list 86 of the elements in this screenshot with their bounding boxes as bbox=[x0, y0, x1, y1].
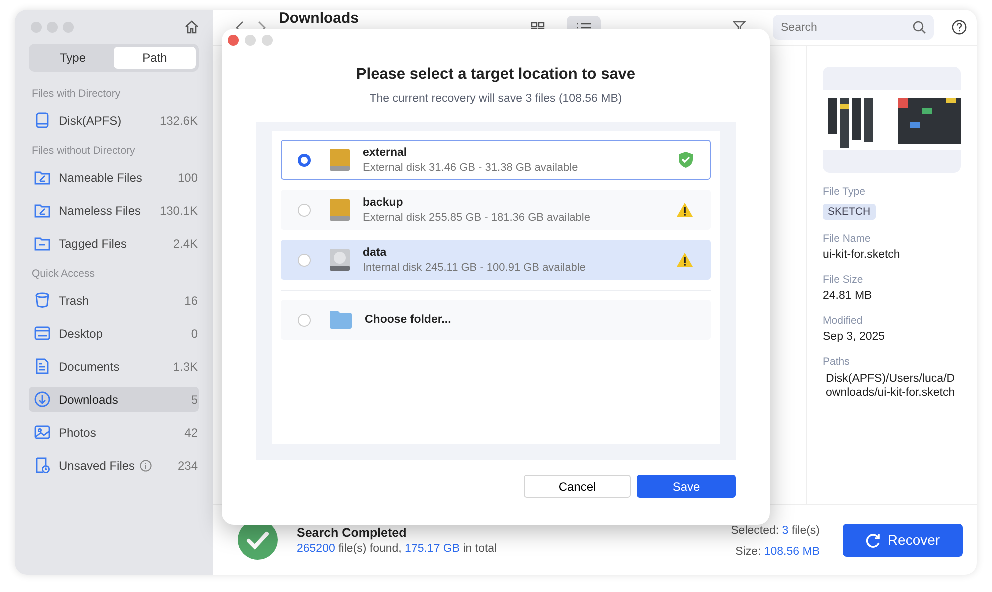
destination-detail: External disk 31.46 GB - 31.38 GB available bbox=[363, 162, 580, 174]
destination-name: data bbox=[363, 246, 388, 258]
destination-detail: External disk 255.85 GB - 181.36 GB available bbox=[363, 212, 592, 224]
destination-option[interactable]: external External disk 31.46 GB - 31.38 GB available bbox=[281, 140, 711, 180]
item-label: Nameable Files bbox=[59, 170, 142, 184]
radio-button[interactable] bbox=[298, 154, 311, 166]
item-label: Tagged Files bbox=[59, 236, 128, 250]
destination-option[interactable]: Choose folder... bbox=[281, 300, 711, 340]
section-title: Files with Directory bbox=[32, 88, 122, 100]
recover-button[interactable]: Recover bbox=[843, 524, 963, 556]
trash-icon bbox=[34, 292, 51, 309]
monitor-icon bbox=[34, 325, 51, 342]
home-icon[interactable] bbox=[185, 20, 199, 34]
summary-text: 265200 file(s) found, 175.17 GB in total bbox=[297, 542, 498, 554]
field-label: File Name bbox=[823, 233, 872, 245]
field-value: ui-kit-for.sketch bbox=[823, 249, 902, 261]
drive-icon bbox=[329, 198, 351, 222]
selected-size: Size: 108.56 MB bbox=[734, 546, 820, 558]
destination-name: external bbox=[363, 146, 408, 158]
destination-option[interactable]: data Internal disk 245.11 GB - 100.91 GB available bbox=[281, 240, 711, 280]
item-label: Photos bbox=[59, 426, 96, 440]
field-label: Modified bbox=[823, 315, 864, 327]
sidebar-item[interactable]: Disk(APFS) 132.6K bbox=[29, 108, 199, 133]
item-label: Documents bbox=[59, 360, 120, 374]
cancel-button[interactable]: Cancel bbox=[524, 475, 631, 498]
item-count: 2.4K bbox=[173, 236, 198, 250]
field-value: Sep 3, 2025 bbox=[823, 331, 886, 343]
sidebar-item[interactable]: Documents 1.3K bbox=[29, 354, 199, 379]
folder-icon bbox=[34, 202, 51, 219]
section-title: Files without Directory bbox=[32, 145, 136, 157]
folder-icon bbox=[329, 310, 353, 330]
drive-icon bbox=[329, 148, 351, 172]
field-label: Paths bbox=[823, 356, 851, 368]
info-icon[interactable] bbox=[140, 460, 152, 472]
destination-option[interactable]: backup External disk 255.85 GB - 181.36 GB available bbox=[281, 190, 711, 230]
sidebar-item[interactable]: Unsaved Files 234 bbox=[29, 453, 199, 478]
sidebar-item[interactable]: Tagged Files 2.4K bbox=[29, 231, 199, 256]
item-count: 1.3K bbox=[173, 360, 198, 374]
sidebar-item[interactable]: Photos 42 bbox=[29, 420, 199, 445]
item-count: 132.6K bbox=[160, 114, 198, 128]
dialog-title: Please select a target location to save bbox=[356, 66, 636, 84]
item-count: 234 bbox=[178, 458, 198, 472]
help-icon[interactable] bbox=[952, 20, 967, 35]
field-value: 24.81 MB bbox=[823, 290, 874, 302]
item-count: 42 bbox=[184, 426, 198, 440]
item-label: Downloads bbox=[59, 392, 118, 406]
item-count: 16 bbox=[184, 294, 198, 308]
destination-detail: Internal disk 245.11 GB - 100.91 GB available bbox=[363, 262, 587, 274]
download-icon bbox=[34, 391, 51, 408]
field-label: File Type bbox=[823, 186, 866, 198]
item-count: 100 bbox=[178, 170, 198, 184]
segment-tab[interactable]: Type bbox=[32, 47, 114, 69]
folder-icon bbox=[34, 169, 51, 186]
selected-count: Selected: 3 file(s) bbox=[731, 525, 820, 537]
document-clock-icon bbox=[34, 457, 51, 474]
section-title: Quick Access bbox=[32, 268, 96, 280]
sidebar-item[interactable]: Downloads 5 bbox=[29, 387, 199, 412]
dialog-subtitle: The current recovery will save 3 files (108.56 MB) bbox=[370, 93, 622, 105]
save-button[interactable]: Save bbox=[637, 475, 736, 498]
document-icon bbox=[34, 358, 51, 375]
item-count: 0 bbox=[191, 326, 198, 340]
destination-name: backup bbox=[363, 196, 404, 208]
folder-title: Downloads bbox=[279, 10, 360, 27]
segment-tab[interactable]: Path bbox=[114, 47, 196, 69]
item-label: Desktop bbox=[59, 326, 104, 340]
search-field[interactable]: Search bbox=[773, 15, 934, 40]
field-label: File Size bbox=[823, 274, 864, 286]
folder-icon bbox=[34, 235, 51, 252]
item-label: Unsaved Files bbox=[59, 458, 136, 472]
item-count: 5 bbox=[191, 392, 198, 406]
item-label: Nameless Files bbox=[59, 204, 142, 218]
status-title: Search Completed bbox=[297, 526, 408, 540]
sidebar-item[interactable]: Nameless Files 130.1K bbox=[29, 198, 199, 223]
search-icon[interactable] bbox=[913, 21, 926, 34]
file-type-tag: SKETCH bbox=[823, 204, 876, 220]
field-value: Disk(APFS)/Users/luca/Downloads/ui-kit-for.sketch bbox=[825, 372, 956, 400]
sidebar-item[interactable]: Nameable Files 100 bbox=[29, 165, 199, 190]
image-icon bbox=[34, 424, 51, 441]
item-label: Disk(APFS) bbox=[59, 114, 122, 128]
destination-name: Choose folder... bbox=[365, 314, 452, 326]
item-count: 130.1K bbox=[160, 204, 198, 218]
hard-drive-icon bbox=[329, 248, 351, 272]
sidebar-item[interactable]: Desktop 0 bbox=[29, 321, 199, 346]
sidebar-item[interactable]: Trash 16 bbox=[29, 288, 199, 313]
item-label: Trash bbox=[59, 294, 90, 308]
refresh-icon bbox=[866, 532, 881, 548]
